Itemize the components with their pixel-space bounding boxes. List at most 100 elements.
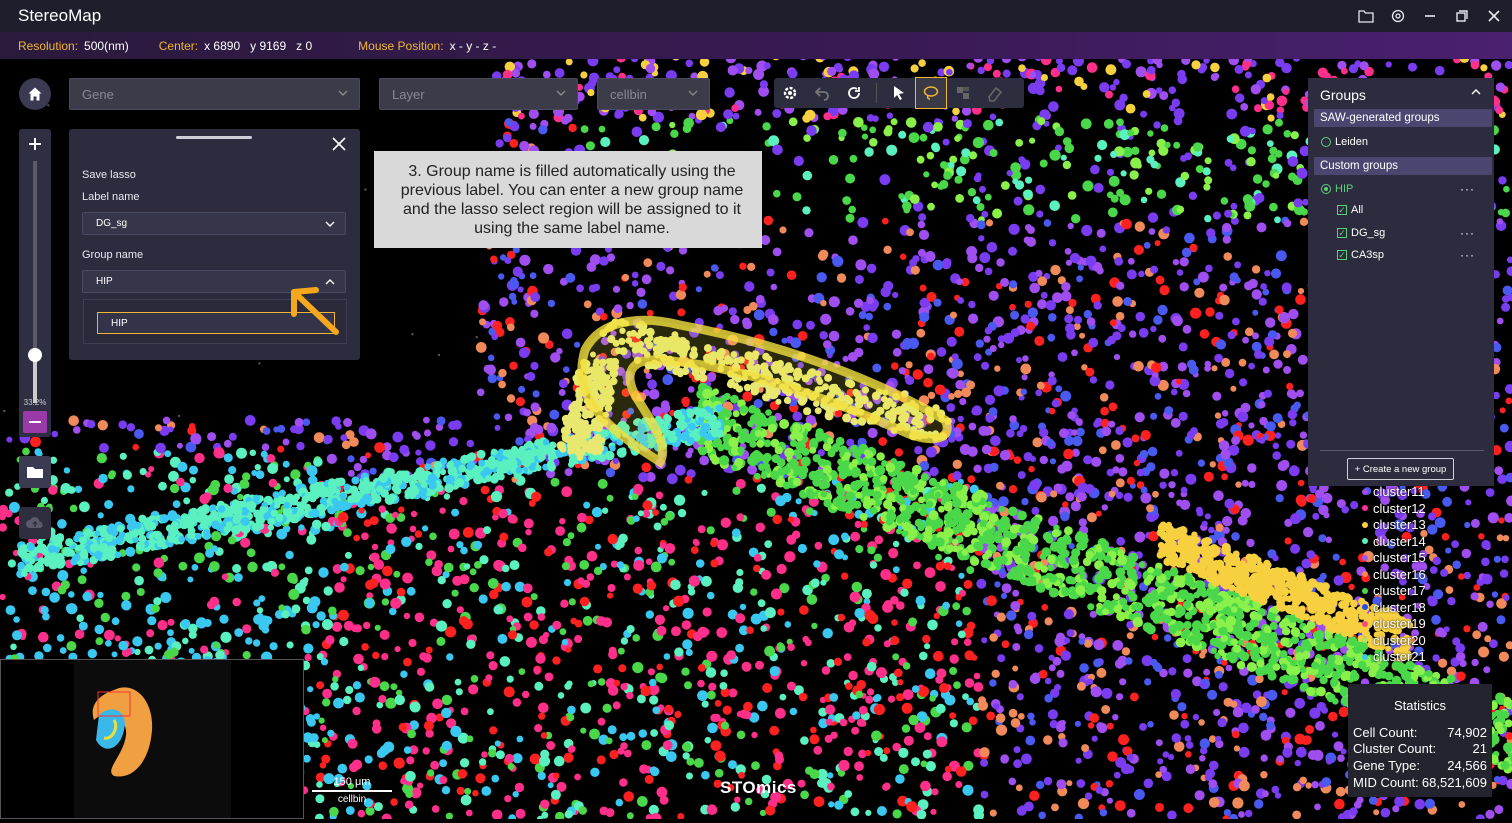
more-options-icon[interactable]: ··· — [1460, 182, 1475, 196]
scale-bar: 150 μm cellbin — [312, 776, 392, 805]
restore-icon[interactable] — [1454, 8, 1470, 24]
group-item-label: HIP — [1335, 183, 1353, 195]
app-title: StereoMap — [18, 6, 101, 26]
stomics-logo-text: STOmics — [720, 778, 797, 798]
info-bar: Resolution: 500(nm) Center: x 6890 y 916… — [0, 32, 1512, 59]
stat-mid-count: MID Count: 68,521,609 — [1353, 775, 1487, 790]
legend-color-dot — [1362, 654, 1368, 660]
legend-color-dot — [1362, 621, 1368, 627]
legend-label: cluster11 — [1373, 484, 1425, 499]
group-name-input-value: HIP — [111, 318, 128, 329]
label-item-dg-sg[interactable]: ✓ DG_sg ··· — [1337, 227, 1491, 239]
close-panel-button[interactable] — [332, 137, 348, 153]
zoom-slider-handle[interactable] — [28, 348, 42, 362]
instruction-callout: 3. Group name is filled automatically us… — [374, 151, 762, 248]
more-options-icon[interactable]: ··· — [1460, 226, 1475, 240]
group-item-hip[interactable]: HIP ··· — [1321, 183, 1491, 195]
legend-item[interactable]: cluster17 — [1362, 583, 1426, 598]
open-file-button[interactable] — [19, 456, 51, 488]
legend-label: cluster13 — [1373, 517, 1426, 532]
legend-label: cluster20 — [1373, 633, 1426, 648]
chevron-down-icon — [337, 87, 349, 99]
settings-tool[interactable] — [775, 78, 805, 108]
pointer-icon — [890, 84, 908, 102]
zoom-in-button[interactable] — [19, 129, 51, 159]
saw-groups-section[interactable]: SAW-generated groups — [1314, 109, 1492, 127]
label-name-select[interactable]: DG_sg — [82, 212, 346, 235]
redo-tool[interactable] — [839, 78, 869, 108]
label-name-value: DG_sg — [96, 218, 127, 229]
checkbox-checked-icon[interactable]: ✓ — [1337, 228, 1347, 238]
more-options-icon[interactable]: ··· — [1460, 248, 1475, 262]
pointer-tool[interactable] — [884, 78, 914, 108]
custom-groups-section[interactable]: Custom groups — [1314, 157, 1492, 175]
minimize-icon[interactable] — [1422, 8, 1438, 24]
mouse-position-value: x - y - z - — [450, 39, 497, 53]
stat-key: Gene Type: — [1353, 758, 1420, 773]
mouse-position-info: Mouse Position: x - y - z - — [358, 39, 496, 53]
legend-item[interactable]: cluster21 — [1362, 649, 1426, 664]
zoom-out-button[interactable] — [23, 411, 47, 433]
legend-color-dot — [1362, 571, 1368, 577]
legend-item[interactable]: cluster19 — [1362, 616, 1426, 631]
layer-dropdown[interactable]: Layer — [379, 78, 578, 110]
chevron-up-icon[interactable] — [1470, 86, 1482, 98]
lasso-icon — [922, 84, 940, 102]
minimap[interactable] — [0, 659, 304, 819]
legend-label: cluster16 — [1373, 567, 1426, 582]
legend-item[interactable]: cluster18 — [1362, 600, 1426, 615]
checkbox-checked-icon[interactable]: ✓ — [1337, 205, 1347, 215]
undo-tool[interactable] — [807, 78, 837, 108]
legend-label: cluster12 — [1373, 501, 1426, 516]
center-y: y 9169 — [250, 39, 286, 53]
label-item-text: DG_sg — [1351, 227, 1385, 239]
create-new-group-button[interactable]: + Create a new group — [1347, 458, 1454, 480]
zoom-control: 33.2% — [19, 129, 51, 437]
folder-open-icon[interactable] — [1358, 8, 1374, 24]
close-window-icon[interactable] — [1486, 8, 1502, 24]
eraser-tool[interactable] — [980, 78, 1010, 108]
panel-drag-handle[interactable] — [176, 136, 252, 139]
window-controls — [1358, 0, 1502, 32]
label-name-label: Label name — [82, 191, 140, 203]
legend-item[interactable]: cluster16 — [1362, 567, 1426, 582]
legend-label: cluster21 — [1373, 649, 1426, 664]
label-item-all[interactable]: ✓ All — [1337, 204, 1363, 216]
legend-item[interactable]: cluster13 — [1362, 517, 1426, 532]
cloud-upload-icon — [25, 515, 45, 531]
legend-color-dot — [1362, 588, 1368, 594]
legend-item[interactable]: cluster14 — [1362, 534, 1426, 549]
settings-icon[interactable] — [1390, 8, 1406, 24]
minus-icon — [28, 415, 42, 429]
toolbar-divider — [876, 83, 877, 103]
stat-value: 21 — [1473, 741, 1487, 756]
label-item-ca3sp[interactable]: ✓ CA3sp ··· — [1337, 249, 1491, 261]
cellbin-dropdown-label: cellbin — [610, 87, 647, 102]
lasso-tool[interactable] — [916, 78, 946, 108]
checkbox-checked-icon[interactable]: ✓ — [1337, 250, 1347, 260]
statistics-title: Statistics — [1348, 698, 1492, 713]
resolution-info: Resolution: 500(nm) — [18, 39, 129, 53]
stat-value: 24,566 — [1447, 758, 1487, 773]
center-x: x 6890 — [204, 39, 240, 53]
legend-color-dot — [1362, 538, 1368, 544]
resolution-value: 500(nm) — [84, 39, 129, 53]
group-name-value: HIP — [96, 276, 113, 287]
cloud-upload-button[interactable] — [19, 507, 51, 539]
cellbin-dropdown[interactable]: cellbin — [597, 78, 710, 110]
scale-bar-length: 150 μm — [312, 776, 392, 788]
legend-item[interactable]: cluster11 — [1362, 484, 1425, 499]
scale-bar-line — [312, 790, 392, 792]
zoom-level-label: 33.2% — [19, 398, 51, 407]
legend-color-dot — [1362, 489, 1368, 495]
legend-item[interactable]: cluster20 — [1362, 633, 1426, 648]
radio-icon[interactable] — [1321, 137, 1331, 147]
radio-selected-icon[interactable] — [1321, 184, 1331, 194]
legend-item[interactable]: cluster12 — [1362, 501, 1426, 516]
center-key: Center: — [159, 39, 198, 53]
brush-tool[interactable] — [948, 78, 978, 108]
home-button[interactable] — [19, 78, 51, 110]
legend-item[interactable]: cluster15 — [1362, 550, 1426, 565]
gene-dropdown[interactable]: Gene — [69, 78, 360, 110]
group-item-leiden[interactable]: Leiden — [1321, 136, 1368, 148]
